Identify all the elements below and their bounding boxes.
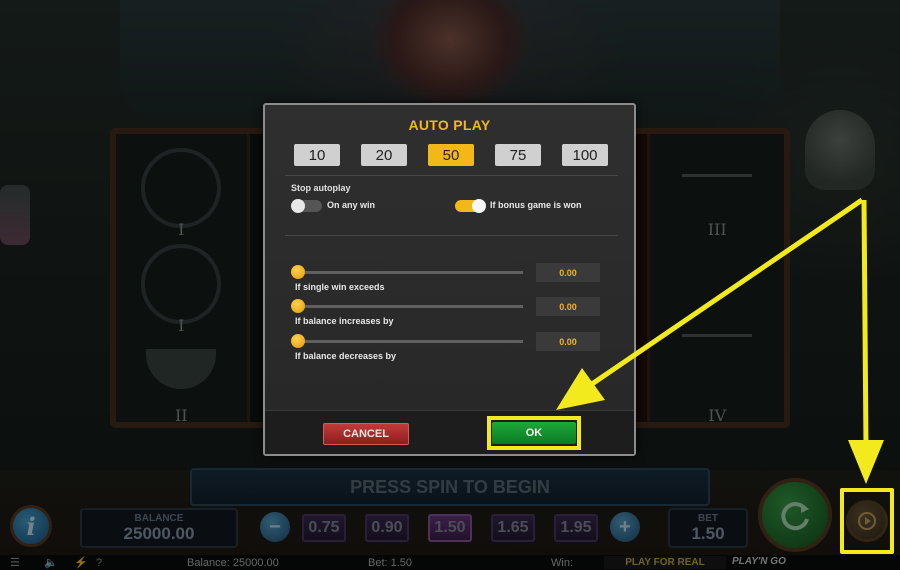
- autoplay-annotation-box: [840, 488, 894, 554]
- toggle-on-any-win-label: On any win: [327, 200, 376, 210]
- autoplay-count-option[interactable]: 10: [294, 144, 340, 166]
- toggle-bonus-game-won-label: If bonus game is won: [490, 200, 582, 210]
- divider: [285, 235, 618, 236]
- toggle-on-any-win[interactable]: [291, 199, 322, 213]
- single-win-label: If single win exceeds: [295, 282, 385, 292]
- balance-decrease-label: If balance decreases by: [295, 351, 397, 361]
- balance-increase-slider-handle[interactable]: [291, 299, 305, 313]
- autoplay-count-option[interactable]: 100: [562, 144, 608, 166]
- toggle-knob: [291, 199, 305, 213]
- balance-decrease-value[interactable]: 0.00: [536, 332, 600, 351]
- autoplay-count-option[interactable]: 20: [361, 144, 407, 166]
- autoplay-count-option[interactable]: 75: [495, 144, 541, 166]
- single-win-slider-track[interactable]: [295, 271, 523, 274]
- balance-decrease-slider-handle[interactable]: [291, 334, 305, 348]
- toggle-knob: [472, 199, 486, 213]
- ok-button[interactable]: OK: [492, 422, 576, 444]
- divider: [285, 175, 618, 176]
- single-win-value[interactable]: 0.00: [536, 263, 600, 282]
- dialog-title: AUTO PLAY: [408, 117, 491, 133]
- dialog-footer: CANCEL OK: [265, 410, 634, 454]
- balance-decrease-slider-track[interactable]: [295, 340, 523, 343]
- stop-autoplay-label: Stop autoplay: [291, 183, 351, 193]
- cancel-button[interactable]: CANCEL: [323, 423, 409, 445]
- single-win-slider-handle[interactable]: [291, 265, 305, 279]
- balance-increase-slider-track[interactable]: [295, 305, 523, 308]
- balance-increase-value[interactable]: 0.00: [536, 297, 600, 316]
- autoplay-count-option-selected[interactable]: 50: [428, 144, 474, 166]
- toggle-bonus-game-won[interactable]: [455, 199, 486, 213]
- balance-increase-label: If balance increases by: [295, 316, 394, 326]
- autoplay-dialog: AUTO PLAY 10 20 50 75 100 Stop autoplay …: [263, 103, 636, 456]
